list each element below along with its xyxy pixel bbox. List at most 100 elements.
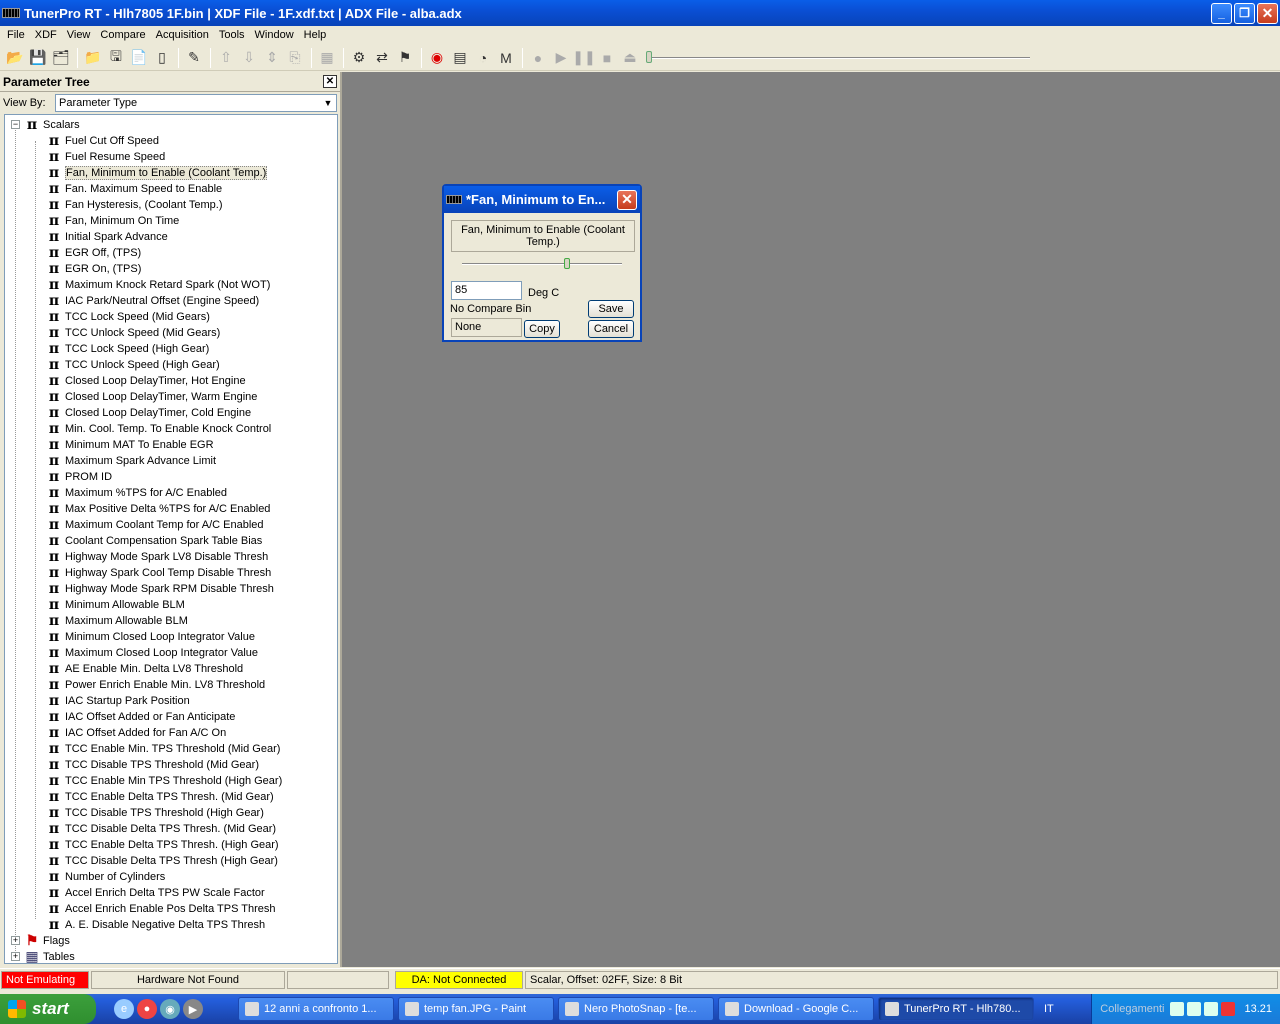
tree-item[interactable]: π EGR On, (TPS) (45, 261, 142, 277)
settings-icon[interactable]: ⚙ (348, 47, 370, 69)
open-xdf-icon[interactable]: 📁 (82, 47, 104, 69)
tree-item[interactable]: π TCC Unlock Speed (Mid Gears) (45, 325, 220, 341)
tree-item[interactable]: π Coolant Compensation Spark Table Bias (45, 533, 262, 549)
save-button[interactable]: Save (588, 300, 634, 318)
play-icon[interactable]: ▶ (550, 47, 572, 69)
copy-icon[interactable]: ⎘ (284, 47, 306, 69)
tree-item[interactable]: π EGR Off, (TPS) (45, 245, 141, 261)
antivirus-icon[interactable] (1221, 1002, 1236, 1016)
tree-item[interactable]: π TCC Enable Min. TPS Threshold (Mid Gear… (45, 741, 281, 757)
tree-item[interactable]: π TCC Disable TPS Threshold (High Gear) (45, 805, 264, 821)
volume-icon[interactable] (1204, 1002, 1219, 1016)
menu-compare[interactable]: Compare (95, 29, 150, 41)
chrome-icon[interactable]: ● (137, 999, 157, 1019)
close-button[interactable]: ✕ (1257, 2, 1278, 24)
eject-icon[interactable]: ⏏ (619, 47, 641, 69)
chevron-down-icon[interactable]: ▼ (321, 96, 335, 110)
tree-item[interactable]: π Max Positive Delta %TPS for A/C Enabled (45, 501, 271, 517)
taskbar-button[interactable]: temp fan.JPG - Paint (398, 997, 554, 1021)
tree-item[interactable]: π Initial Spark Advance (45, 229, 168, 245)
record-icon[interactable]: ◉ (426, 47, 448, 69)
minimize-button[interactable]: _ (1211, 2, 1232, 24)
tray-arrow-icon[interactable] (1170, 1002, 1185, 1016)
value-slider[interactable] (462, 258, 622, 270)
tree-item[interactable]: π Maximum Coolant Temp for A/C Enabled (45, 517, 264, 533)
arrow-down-icon[interactable]: ⇩ (238, 47, 260, 69)
tree-item-selected[interactable]: π Fan, Minimum to Enable (Coolant Temp.) (45, 165, 268, 181)
nero-icon[interactable]: ◉ (160, 999, 180, 1019)
tree-item[interactable]: π TCC Disable Delta TPS Thresh (High Gear… (45, 853, 278, 869)
tree-item[interactable]: π TCC Lock Speed (High Gear) (45, 341, 209, 357)
tree-item[interactable]: π Maximum Knock Retard Spark (Not WOT) (45, 277, 271, 293)
tree-item[interactable]: π Closed Loop DelayTimer, Warm Engine (45, 389, 258, 405)
menu-help[interactable]: Help (299, 29, 332, 41)
tree-item[interactable]: π Maximum Spark Advance Limit (45, 453, 216, 469)
menu-acquisition[interactable]: Acquisition (151, 29, 214, 41)
probe-icon[interactable]: ✎ (183, 47, 205, 69)
taskbar-button[interactable]: TunerPro RT - Hlh780... (878, 997, 1034, 1021)
taskbar-button[interactable]: 12 anni a confronto 1... (238, 997, 394, 1021)
links-toolbar[interactable]: Collegamenti (1100, 1003, 1164, 1015)
tree-root-scalars[interactable]: − π Scalars (11, 117, 80, 133)
playback-slider[interactable] (646, 47, 1030, 69)
tree-item[interactable]: π Minimum MAT To Enable EGR (45, 437, 214, 453)
table-icon[interactable]: ▤ (449, 47, 471, 69)
tree-item[interactable]: π TCC Enable Min TPS Threshold (High Gear… (45, 773, 282, 789)
start-button[interactable]: start (0, 994, 96, 1024)
taskbar-button[interactable]: Download - Google C... (718, 997, 874, 1021)
tree-item[interactable]: π Minimum Allowable BLM (45, 597, 185, 613)
tree-item[interactable]: π Highway Spark Cool Temp Disable Thresh (45, 565, 271, 581)
move-icon[interactable]: ⇕ (261, 47, 283, 69)
tree-item[interactable]: π Fan Hysteresis, (Coolant Temp.) (45, 197, 223, 213)
menu-view[interactable]: View (62, 29, 96, 41)
tree-item[interactable]: π AE Enable Min. Delta LV8 Threshold (45, 661, 243, 677)
tree-item[interactable]: π Closed Loop DelayTimer, Hot Engine (45, 373, 246, 389)
tree-item[interactable]: π TCC Disable Delta TPS Thresh. (Mid Gear… (45, 821, 276, 837)
stop-icon[interactable]: ■ (596, 47, 618, 69)
slider-thumb[interactable] (646, 50, 652, 63)
taskbar-button[interactable]: Nero PhotoSnap - [te... (558, 997, 714, 1021)
tree-item[interactable]: π TCC Enable Delta TPS Thresh. (Mid Gear) (45, 789, 274, 805)
tree-item[interactable]: π Fuel Cut Off Speed (45, 133, 159, 149)
tree-item[interactable]: π Closed Loop DelayTimer, Cold Engine (45, 405, 251, 421)
menu-xdf[interactable]: XDF (30, 29, 62, 41)
open-icon[interactable]: 📂 (4, 47, 26, 69)
pause-icon[interactable]: ❚❚ (572, 47, 595, 69)
tree-item[interactable]: π TCC Enable Delta TPS Thresh. (High Gear… (45, 837, 279, 853)
language-indicator[interactable]: IT (1044, 1003, 1074, 1015)
network-icon[interactable] (1187, 1002, 1202, 1016)
dialog-close-button[interactable]: ✕ (617, 189, 637, 210)
blank-doc-icon[interactable]: ▯ (151, 47, 173, 69)
tree-item[interactable]: π Accel Enrich Delta TPS PW Scale Factor (45, 885, 265, 901)
tree-item[interactable]: π Fuel Resume Speed (45, 149, 165, 165)
slider-thumb[interactable] (564, 258, 570, 269)
collapse-toggle[interactable]: − (11, 120, 20, 129)
panel-close-button[interactable]: ✕ (323, 75, 337, 88)
tree-item[interactable]: π Highway Mode Spark LV8 Disable Thresh (45, 549, 268, 565)
tree-item[interactable]: π Maximum %TPS for A/C Enabled (45, 485, 227, 501)
chip-icon[interactable]: ▦ (316, 47, 338, 69)
view-by-select[interactable]: Parameter Type ▼ (55, 94, 337, 112)
expand-toggle[interactable]: + (11, 952, 20, 961)
parameter-tree[interactable]: − π Scalars π Fuel Cut Off Speed π Fuel Resume… (4, 114, 338, 964)
tree-item[interactable]: π TCC Disable TPS Threshold (Mid Gear) (45, 757, 259, 773)
flag-icon[interactable]: ⚑ (394, 47, 416, 69)
tree-item[interactable]: π IAC Park/Neutral Offset (Engine Speed) (45, 293, 259, 309)
tree-item[interactable]: π TCC Unlock Speed (High Gear) (45, 357, 220, 373)
arrow-up-icon[interactable]: ⇧ (215, 47, 237, 69)
tree-item[interactable]: π Power Enrich Enable Min. LV8 Threshold (45, 677, 265, 693)
tree-item[interactable]: π IAC Offset Added or Fan Anticipate (45, 709, 236, 725)
tree-item[interactable]: π Maximum Closed Loop Integrator Value (45, 645, 258, 661)
gauges-icon[interactable]: ◔ (472, 47, 494, 69)
tree-item[interactable]: π Minimum Closed Loop Integrator Value (45, 629, 255, 645)
stop-circle-icon[interactable]: ● (527, 47, 549, 69)
tree-item[interactable]: π Fan, Minimum On Time (45, 213, 179, 229)
tree-item[interactable]: π Highway Mode Spark RPM Disable Thresh (45, 581, 274, 597)
tree-item[interactable]: π IAC Offset Added for Fan A/C On (45, 725, 226, 741)
new-xdf-icon[interactable]: 📄 (128, 47, 150, 69)
tree-item[interactable]: π PROM ID (45, 469, 112, 485)
expand-toggle[interactable]: + (11, 936, 20, 945)
compare-icon[interactable]: ⇄ (371, 47, 393, 69)
tree-item[interactable]: π Accel Enrich Enable Pos Delta TPS Thres… (45, 901, 276, 917)
save-xdf-icon[interactable]: 🖫 (105, 47, 127, 69)
